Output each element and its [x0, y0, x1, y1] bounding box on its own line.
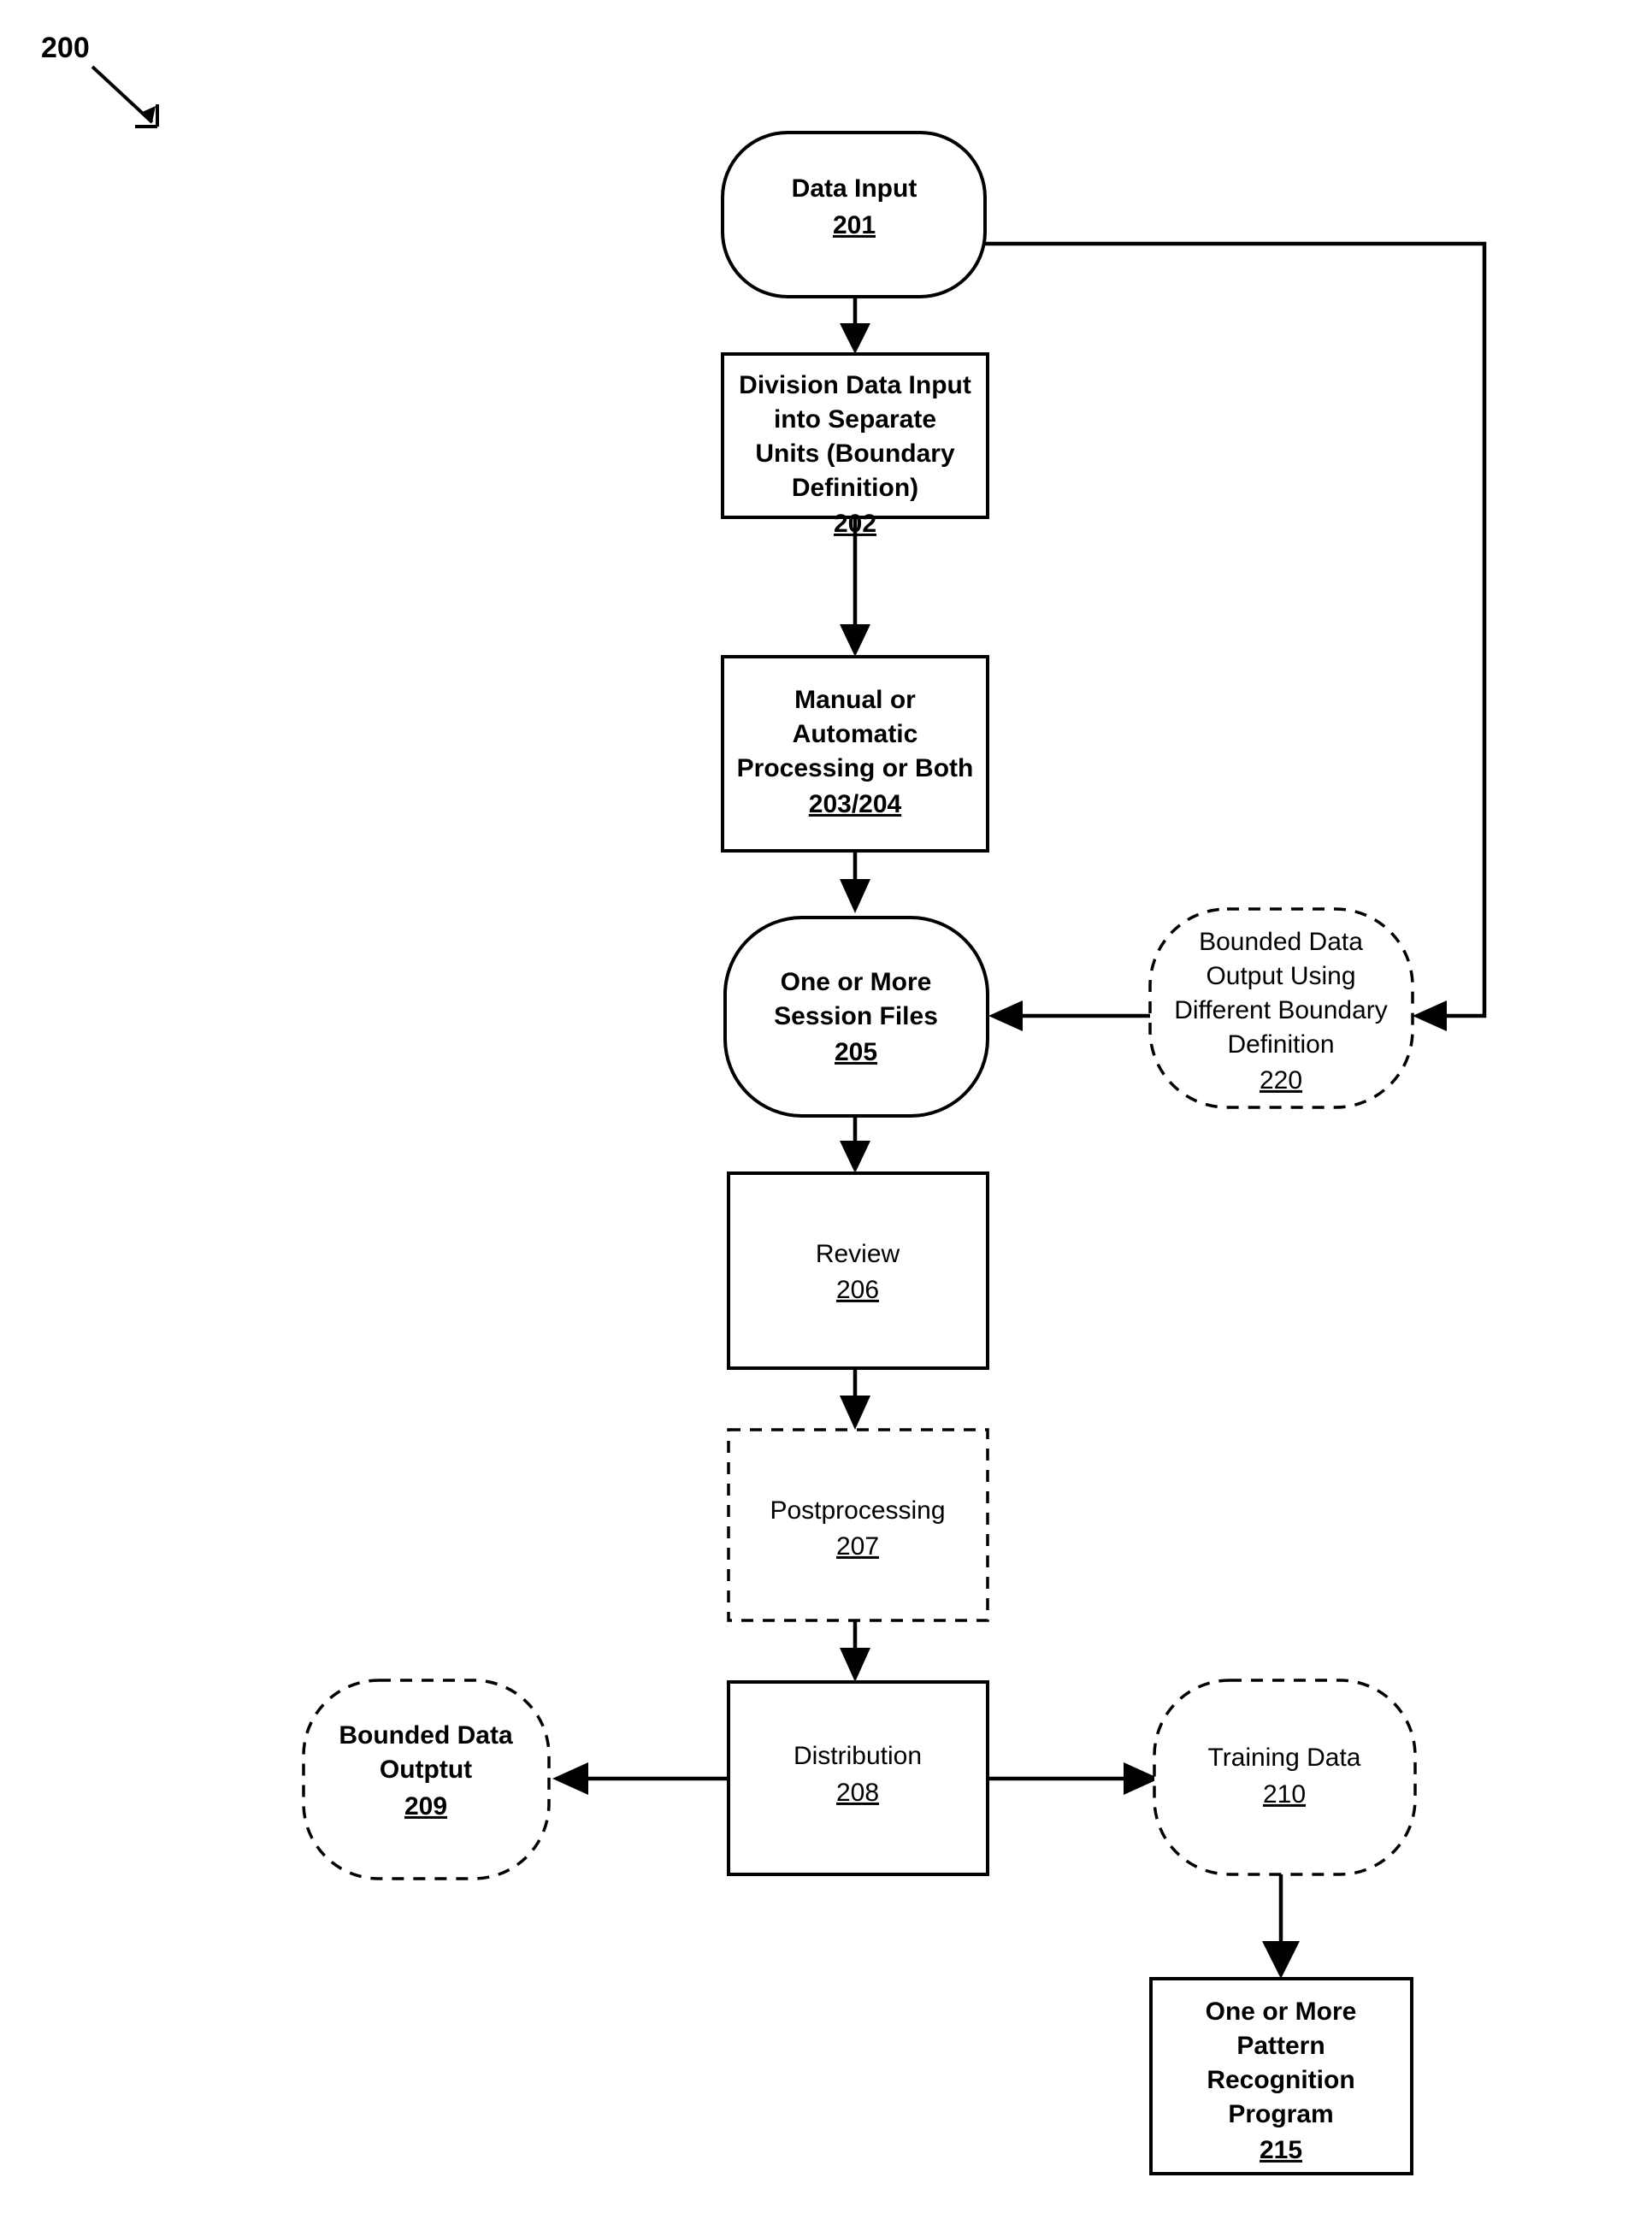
node-201-data-input[interactable]: Data Input 201	[721, 131, 987, 298]
node-202-line-2: Units (Boundary	[755, 440, 955, 468]
edge-202-to-203	[840, 517, 870, 657]
node-206-review[interactable]: Review 206	[727, 1171, 989, 1370]
figure-label: 200	[41, 32, 90, 64]
node-205-line-1: Session Files	[774, 1002, 938, 1030]
node-207-ref: 207	[836, 1532, 879, 1561]
node-202-line-0: Division Data Input	[739, 371, 971, 399]
figure-label-group: 200	[41, 32, 159, 128]
edge-207-to-208	[840, 1620, 870, 1682]
node-220-line-3: Definition	[1227, 1030, 1334, 1059]
node-215-line-3: Program	[1228, 2100, 1333, 2128]
node-210-training-data[interactable]: Training Data 210	[1153, 1679, 1417, 1876]
node-209-bounded-data-output[interactable]: Bounded Data Outptut 209	[302, 1679, 551, 1880]
arrowhead-icon	[988, 1000, 1023, 1031]
arrowhead-icon	[840, 624, 870, 657]
node-205-session-files[interactable]: One or More Session Files 205	[723, 916, 989, 1118]
node-202-division-data-input[interactable]: Division Data Input into Separate Units …	[721, 352, 989, 538]
node-202-line-1: into Separate	[774, 405, 936, 434]
edge-205-to-206	[840, 1116, 870, 1173]
flowchart-diagram: 200 Data Input 201 Division Data Input i…	[41, 32, 1487, 2175]
arrowhead-icon	[840, 1648, 870, 1682]
node-210-line-0: Training Data	[1208, 1744, 1361, 1772]
arrowhead-icon	[840, 879, 870, 913]
node-202-ref: 202	[834, 510, 876, 538]
node-220-line-0: Bounded Data	[1199, 928, 1363, 956]
arrowhead-icon	[1262, 1941, 1300, 1979]
node-209-ref: 209	[404, 1792, 447, 1821]
node-215-line-2: Recognition	[1207, 2066, 1354, 2094]
node-210-shape	[1153, 1679, 1417, 1876]
node-208-ref: 208	[836, 1779, 879, 1807]
node-209-line-1: Outptut	[380, 1756, 472, 1784]
node-203-204-ref: 203/204	[809, 790, 902, 818]
node-220-ref: 220	[1260, 1066, 1302, 1095]
node-203-204-line-2: Processing or Both	[737, 754, 974, 782]
edge-203-to-205	[840, 851, 870, 913]
node-215-ref: 215	[1260, 2136, 1302, 2164]
node-208-line-0: Distribution	[794, 1742, 922, 1770]
node-206-line-0: Review	[816, 1240, 900, 1268]
node-202-line-3: Definition)	[792, 474, 918, 502]
node-203-204-line-0: Manual or	[794, 686, 916, 714]
edge-208-to-210	[988, 1762, 1159, 1795]
node-207-line-0: Postprocessing	[770, 1496, 945, 1525]
node-220-bounded-data-output-different-boundary[interactable]: Bounded Data Output Using Different Boun…	[1148, 907, 1414, 1109]
arrowhead-icon	[840, 323, 870, 354]
edge-208-to-209	[552, 1762, 729, 1795]
node-220-line-2: Different Boundary	[1174, 996, 1388, 1024]
node-215-pattern-recognition-program[interactable]: One or More Pattern Recognition Program …	[1149, 1977, 1413, 2175]
arrowhead-icon	[840, 1396, 870, 1430]
node-205-ref: 205	[835, 1038, 877, 1066]
node-203-204-line-1: Automatic	[793, 720, 918, 748]
node-206-ref: 206	[836, 1276, 879, 1304]
node-201-ref: 201	[833, 211, 876, 239]
node-220-line-1: Output Using	[1206, 962, 1355, 990]
node-210-ref: 210	[1263, 1780, 1306, 1809]
arrowhead-icon	[1413, 1000, 1447, 1031]
node-206-shape	[727, 1171, 989, 1370]
figure-page: 200 Data Input 201 Division Data Input i…	[0, 0, 1652, 2213]
arrowhead-icon	[552, 1762, 588, 1795]
node-205-line-0: One or More	[781, 968, 932, 996]
node-201-line-0: Data Input	[792, 174, 917, 203]
edge-220-to-205	[988, 1000, 1150, 1031]
node-203-204-processing[interactable]: Manual or Automatic Processing or Both 2…	[721, 655, 989, 853]
edge-210-to-215	[1262, 1874, 1300, 1979]
arrowhead-icon	[840, 1141, 870, 1173]
node-208-distribution[interactable]: Distribution 208	[727, 1680, 989, 1876]
edge-206-to-207	[840, 1368, 870, 1430]
node-207-shape	[727, 1428, 989, 1622]
node-209-line-0: Bounded Data	[339, 1721, 513, 1750]
node-207-postprocessing[interactable]: Postprocessing 207	[727, 1428, 989, 1622]
edge-201-to-202	[840, 297, 870, 354]
node-215-line-1: Pattern	[1236, 2032, 1325, 2060]
node-215-line-0: One or More	[1206, 1998, 1357, 2026]
